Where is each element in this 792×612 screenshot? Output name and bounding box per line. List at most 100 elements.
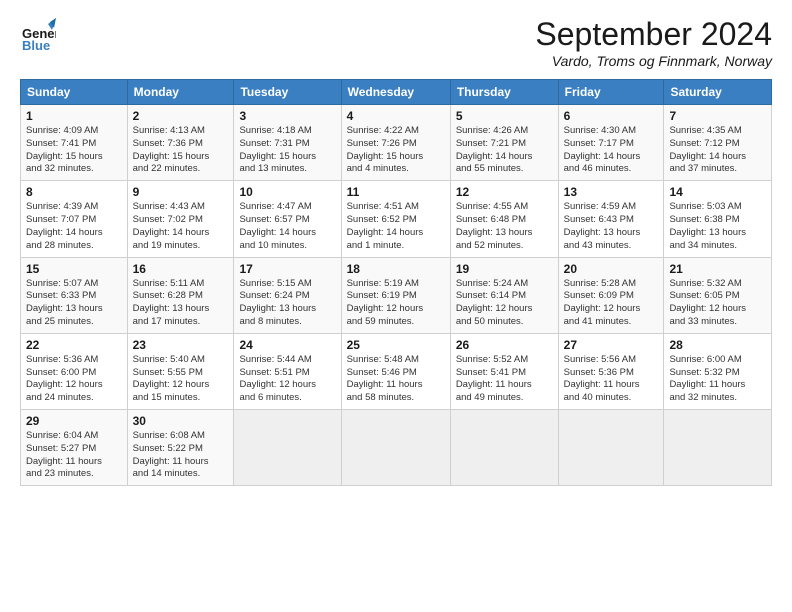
- week-row-1: 1 Sunrise: 4:09 AM Sunset: 7:41 PM Daylig…: [21, 105, 772, 181]
- page: General Blue September 2024 Vardo, Troms…: [0, 0, 792, 612]
- day-cell: 15 Sunrise: 5:07 AM Sunset: 6:33 PM Dayli…: [21, 257, 128, 333]
- day-cell: 20 Sunrise: 5:28 AM Sunset: 6:09 PM Dayli…: [558, 257, 664, 333]
- day-cell: 26 Sunrise: 5:52 AM Sunset: 5:41 PM Dayli…: [450, 333, 558, 409]
- header: General Blue September 2024 Vardo, Troms…: [20, 16, 772, 69]
- day-info: Sunrise: 5:48 AM Sunset: 5:46 PM Dayligh…: [347, 354, 445, 405]
- day-number: 14: [669, 185, 766, 199]
- day-cell: 5 Sunrise: 4:26 AM Sunset: 7:21 PM Daylig…: [450, 105, 558, 181]
- day-cell: [450, 410, 558, 486]
- day-cell: 21Sunrise: 5:32 AM Sunset: 6:05 PM Dayli…: [664, 257, 772, 333]
- day-info: Sunrise: 5:15 AM Sunset: 6:24 PM Dayligh…: [239, 278, 335, 329]
- day-number: 7: [669, 109, 766, 123]
- day-number: 6: [564, 109, 659, 123]
- day-info: Sunrise: 5:56 AM Sunset: 5:36 PM Dayligh…: [564, 354, 659, 405]
- day-cell: 6 Sunrise: 4:30 AM Sunset: 7:17 PM Daylig…: [558, 105, 664, 181]
- day-info: Sunrise: 5:28 AM Sunset: 6:09 PM Dayligh…: [564, 278, 659, 329]
- col-header-monday: Monday: [127, 80, 234, 105]
- day-cell: 30 Sunrise: 6:08 AM Sunset: 5:22 PM Dayli…: [127, 410, 234, 486]
- day-info: Sunrise: 5:11 AM Sunset: 6:28 PM Dayligh…: [133, 278, 229, 329]
- week-row-5: 29Sunrise: 6:04 AM Sunset: 5:27 PM Dayli…: [21, 410, 772, 486]
- day-cell: [664, 410, 772, 486]
- day-number: 24: [239, 338, 335, 352]
- day-cell: [341, 410, 450, 486]
- day-info: Sunrise: 4:35 AM Sunset: 7:12 PM Dayligh…: [669, 125, 766, 176]
- day-info: Sunrise: 4:51 AM Sunset: 6:52 PM Dayligh…: [347, 201, 445, 252]
- logo: General Blue: [20, 16, 56, 52]
- day-cell: 13 Sunrise: 4:59 AM Sunset: 6:43 PM Dayli…: [558, 181, 664, 257]
- day-number: 22: [26, 338, 122, 352]
- day-cell: 24 Sunrise: 5:44 AM Sunset: 5:51 PM Dayli…: [234, 333, 341, 409]
- day-number: 1: [26, 109, 122, 123]
- day-number: 20: [564, 262, 659, 276]
- day-cell: 7 Sunrise: 4:35 AM Sunset: 7:12 PM Daylig…: [664, 105, 772, 181]
- day-info: Sunrise: 5:44 AM Sunset: 5:51 PM Dayligh…: [239, 354, 335, 405]
- day-number: 28: [669, 338, 766, 352]
- day-cell: 8 Sunrise: 4:39 AM Sunset: 7:07 PM Daylig…: [21, 181, 128, 257]
- day-cell: 12 Sunrise: 4:55 AM Sunset: 6:48 PM Dayli…: [450, 181, 558, 257]
- day-info: Sunrise: 5:07 AM Sunset: 6:33 PM Dayligh…: [26, 278, 122, 329]
- day-info: Sunrise: 4:13 AM Sunset: 7:36 PM Dayligh…: [133, 125, 229, 176]
- col-header-wednesday: Wednesday: [341, 80, 450, 105]
- day-number: 30: [133, 414, 229, 428]
- day-number: 10: [239, 185, 335, 199]
- day-info: Sunrise: 4:39 AM Sunset: 7:07 PM Dayligh…: [26, 201, 122, 252]
- day-number: 9: [133, 185, 229, 199]
- week-row-4: 22 Sunrise: 5:36 AM Sunset: 6:00 PM Dayli…: [21, 333, 772, 409]
- day-info: Sunrise: 4:09 AM Sunset: 7:41 PM Dayligh…: [26, 125, 122, 176]
- day-info: Sunrise: 5:36 AM Sunset: 6:00 PM Dayligh…: [26, 354, 122, 405]
- calendar-header-row: SundayMondayTuesdayWednesdayThursdayFrid…: [21, 80, 772, 105]
- day-cell: 25 Sunrise: 5:48 AM Sunset: 5:46 PM Dayli…: [341, 333, 450, 409]
- day-info: Sunrise: 4:47 AM Sunset: 6:57 PM Dayligh…: [239, 201, 335, 252]
- calendar: SundayMondayTuesdayWednesdayThursdayFrid…: [20, 79, 772, 486]
- day-number: 18: [347, 262, 445, 276]
- day-info: Sunrise: 4:59 AM Sunset: 6:43 PM Dayligh…: [564, 201, 659, 252]
- day-cell: 9 Sunrise: 4:43 AM Sunset: 7:02 PM Daylig…: [127, 181, 234, 257]
- day-number: 17: [239, 262, 335, 276]
- day-number: 25: [347, 338, 445, 352]
- day-cell: 19Sunrise: 5:24 AM Sunset: 6:14 PM Dayli…: [450, 257, 558, 333]
- day-number: 5: [456, 109, 553, 123]
- day-number: 3: [239, 109, 335, 123]
- month-title: September 2024: [535, 16, 772, 53]
- day-info: Sunrise: 5:52 AM Sunset: 5:41 PM Dayligh…: [456, 354, 553, 405]
- day-info: Sunrise: 4:22 AM Sunset: 7:26 PM Dayligh…: [347, 125, 445, 176]
- day-info: Sunrise: 4:43 AM Sunset: 7:02 PM Dayligh…: [133, 201, 229, 252]
- subtitle: Vardo, Troms og Finnmark, Norway: [535, 53, 772, 69]
- day-number: 12: [456, 185, 553, 199]
- week-row-3: 15 Sunrise: 5:07 AM Sunset: 6:33 PM Dayli…: [21, 257, 772, 333]
- day-cell: 28 Sunrise: 6:00 AM Sunset: 5:32 PM Dayli…: [664, 333, 772, 409]
- day-number: 27: [564, 338, 659, 352]
- day-info: Sunrise: 6:00 AM Sunset: 5:32 PM Dayligh…: [669, 354, 766, 405]
- day-cell: 2Sunrise: 4:13 AM Sunset: 7:36 PM Daylig…: [127, 105, 234, 181]
- day-cell: 16Sunrise: 5:11 AM Sunset: 6:28 PM Dayli…: [127, 257, 234, 333]
- day-info: Sunrise: 6:08 AM Sunset: 5:22 PM Dayligh…: [133, 430, 229, 481]
- day-info: Sunrise: 5:32 AM Sunset: 6:05 PM Dayligh…: [669, 278, 766, 329]
- week-row-2: 8 Sunrise: 4:39 AM Sunset: 7:07 PM Daylig…: [21, 181, 772, 257]
- day-info: Sunrise: 5:19 AM Sunset: 6:19 PM Dayligh…: [347, 278, 445, 329]
- day-number: 4: [347, 109, 445, 123]
- day-info: Sunrise: 5:40 AM Sunset: 5:55 PM Dayligh…: [133, 354, 229, 405]
- day-cell: [234, 410, 341, 486]
- day-cell: 23 Sunrise: 5:40 AM Sunset: 5:55 PM Dayli…: [127, 333, 234, 409]
- day-cell: 27 Sunrise: 5:56 AM Sunset: 5:36 PM Dayli…: [558, 333, 664, 409]
- day-number: 26: [456, 338, 553, 352]
- day-number: 8: [26, 185, 122, 199]
- day-number: 11: [347, 185, 445, 199]
- logo-icon: General Blue: [20, 16, 56, 52]
- day-number: 23: [133, 338, 229, 352]
- svg-text:Blue: Blue: [22, 38, 50, 52]
- day-info: Sunrise: 5:03 AM Sunset: 6:38 PM Dayligh…: [669, 201, 766, 252]
- day-info: Sunrise: 4:30 AM Sunset: 7:17 PM Dayligh…: [564, 125, 659, 176]
- day-number: 15: [26, 262, 122, 276]
- day-info: Sunrise: 4:26 AM Sunset: 7:21 PM Dayligh…: [456, 125, 553, 176]
- day-cell: 3Sunrise: 4:18 AM Sunset: 7:31 PM Daylig…: [234, 105, 341, 181]
- col-header-saturday: Saturday: [664, 80, 772, 105]
- day-cell: 10 Sunrise: 4:47 AM Sunset: 6:57 PM Dayli…: [234, 181, 341, 257]
- day-info: Sunrise: 4:55 AM Sunset: 6:48 PM Dayligh…: [456, 201, 553, 252]
- day-cell: 29Sunrise: 6:04 AM Sunset: 5:27 PM Dayli…: [21, 410, 128, 486]
- col-header-tuesday: Tuesday: [234, 80, 341, 105]
- day-cell: 17 Sunrise: 5:15 AM Sunset: 6:24 PM Dayli…: [234, 257, 341, 333]
- day-number: 13: [564, 185, 659, 199]
- col-header-sunday: Sunday: [21, 80, 128, 105]
- day-cell: 18 Sunrise: 5:19 AM Sunset: 6:19 PM Dayli…: [341, 257, 450, 333]
